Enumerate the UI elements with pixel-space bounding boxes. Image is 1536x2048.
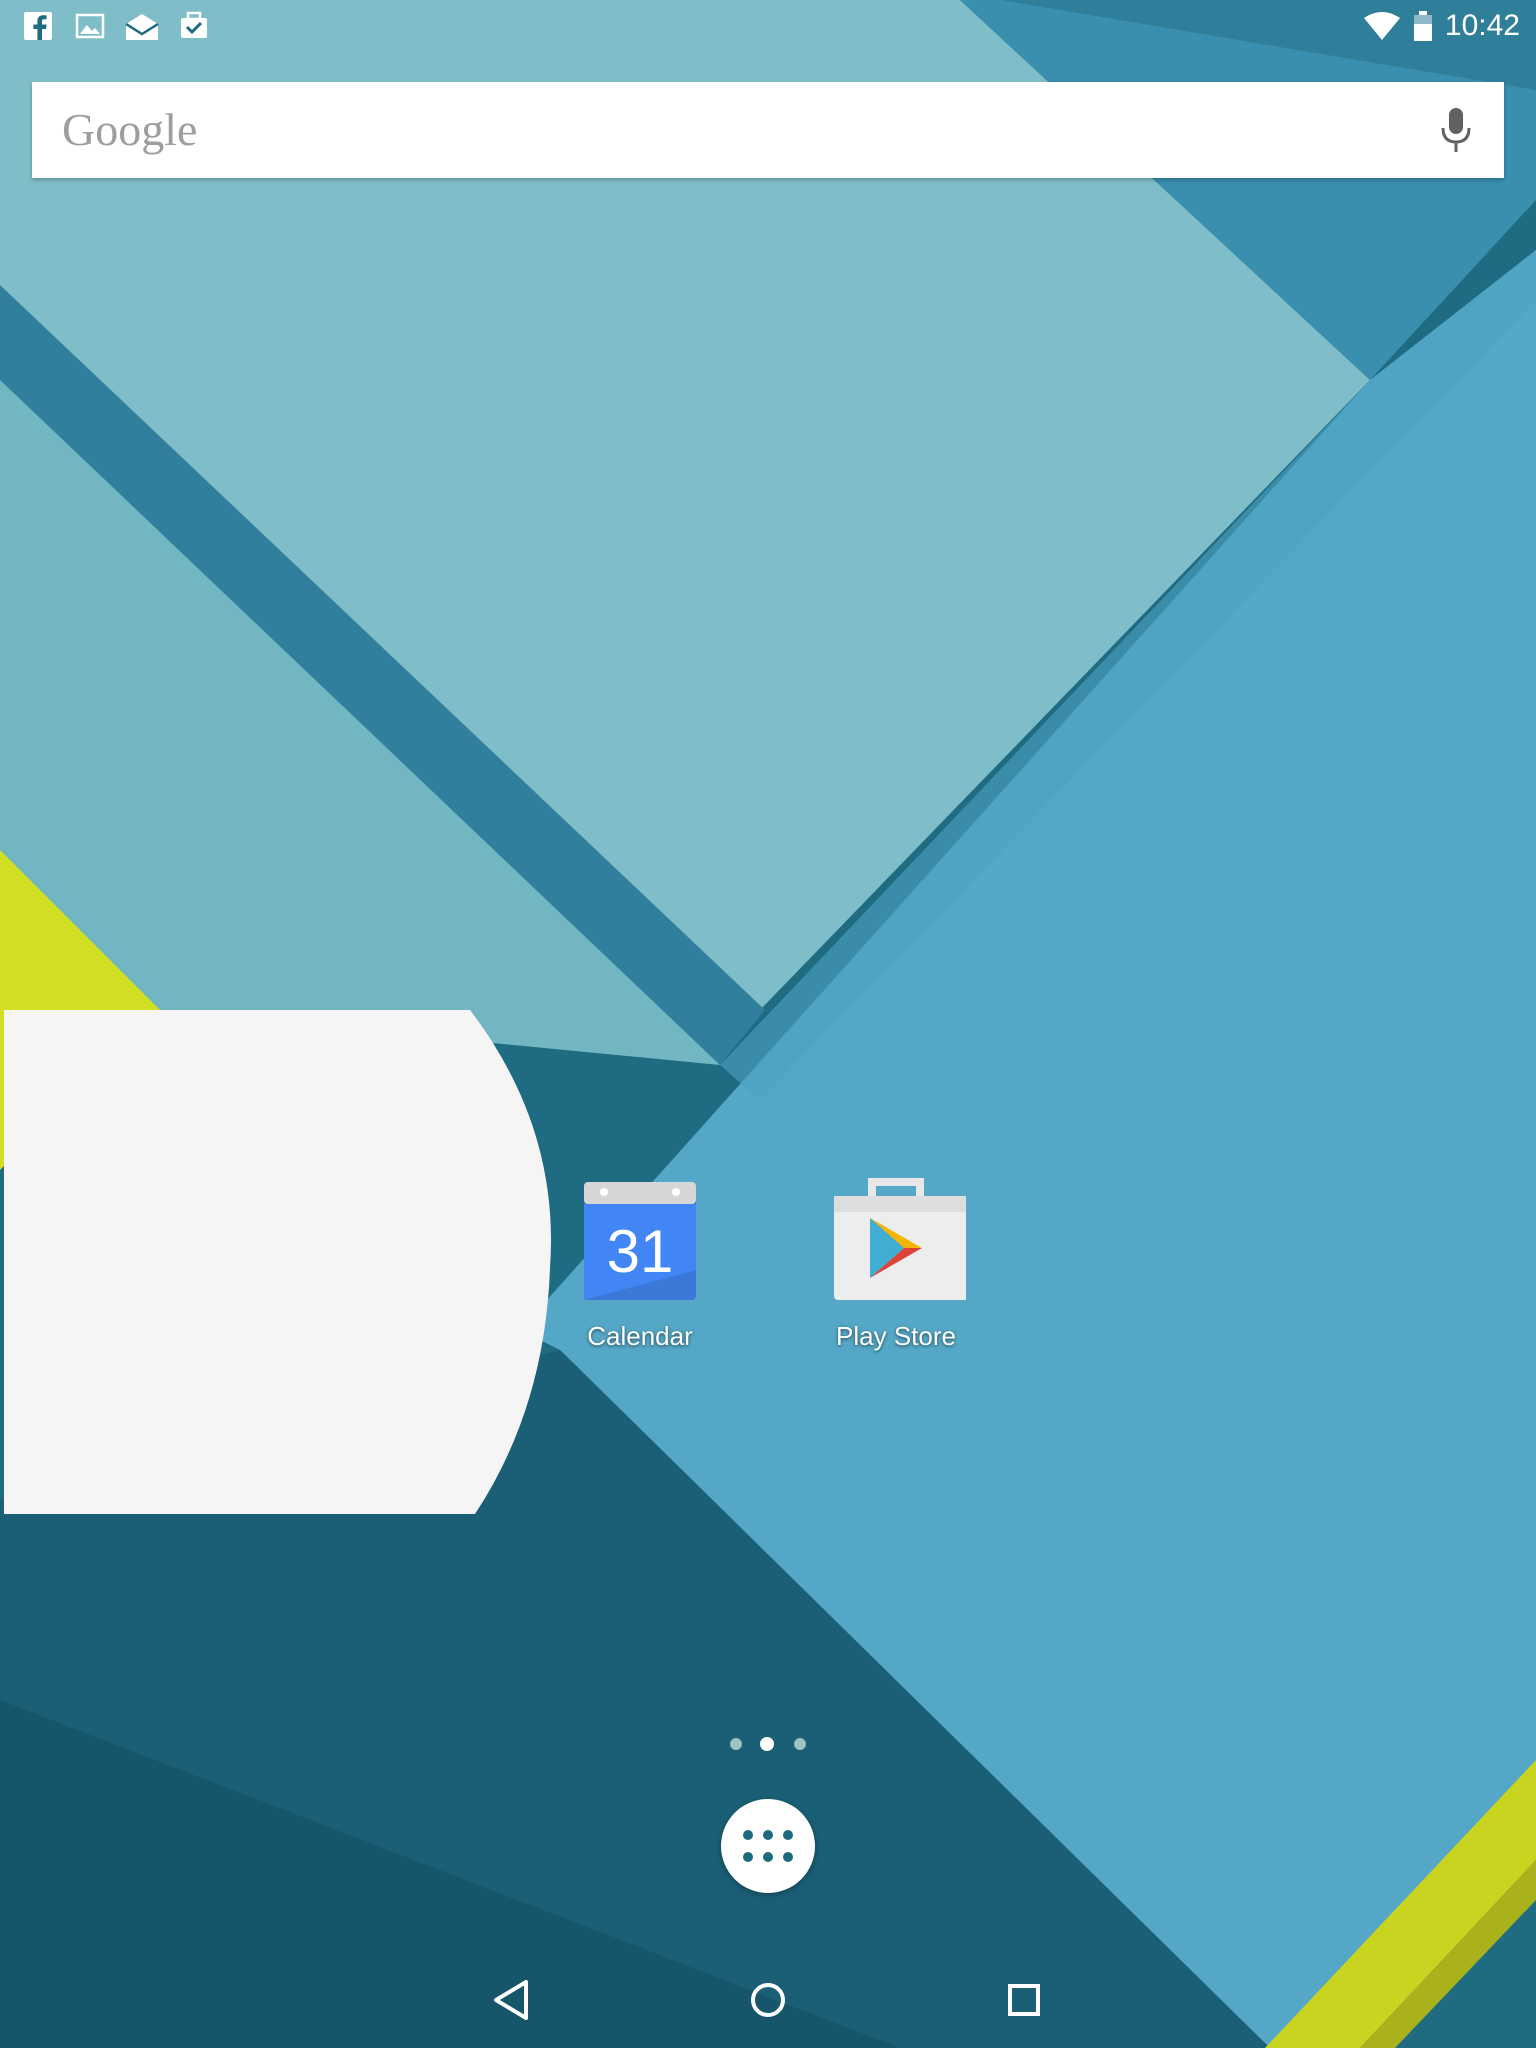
- recents-icon[interactable]: [994, 1970, 1054, 2030]
- play-store-icon: [834, 1178, 966, 1300]
- home-icon[interactable]: [738, 1970, 798, 2030]
- page-indicator: [720, 1734, 816, 1754]
- mic-icon[interactable]: [1436, 106, 1476, 154]
- google-logo: Google: [62, 104, 198, 155]
- navigation-bar: [0, 1950, 1536, 2048]
- task-icon: [181, 11, 207, 38]
- gallery-icon: [75, 13, 105, 39]
- drawer-dot: [783, 1852, 793, 1862]
- app-label-calendar: Calendar: [587, 1321, 693, 1351]
- app-calendar[interactable]: 31 Calendar: [530, 1170, 730, 1370]
- app-play-store[interactable]: Play Store: [786, 1170, 986, 1370]
- facebook-icon: [24, 12, 52, 40]
- app-label-play-store: Play Store: [836, 1321, 956, 1351]
- calendar-date: 31: [607, 1218, 674, 1285]
- back-icon[interactable]: [482, 1970, 542, 2030]
- drawer-dot: [743, 1852, 753, 1862]
- drawer-dot: [763, 1830, 773, 1840]
- drawer-dot: [763, 1852, 773, 1862]
- drawer-dot: [783, 1830, 793, 1840]
- drawer-dot: [743, 1830, 753, 1840]
- app-drawer-button[interactable]: [721, 1799, 815, 1893]
- page-dot-active[interactable]: [760, 1737, 774, 1751]
- home-screen: 10:42 Google 31 Calendar Play Store: [0, 0, 1536, 2048]
- clock: 10:42: [1444, 9, 1520, 42]
- battery-icon: [1414, 11, 1432, 41]
- email-icon: [125, 14, 159, 40]
- status-bar: 10:42: [0, 0, 1536, 52]
- wifi-icon: [1364, 12, 1400, 40]
- page-dot[interactable]: [794, 1738, 806, 1750]
- widget-placeholder[interactable]: [0, 1008, 560, 1518]
- page-dot[interactable]: [730, 1738, 742, 1750]
- calendar-icon: 31: [584, 1182, 696, 1300]
- google-search-bar[interactable]: Google: [32, 82, 1504, 178]
